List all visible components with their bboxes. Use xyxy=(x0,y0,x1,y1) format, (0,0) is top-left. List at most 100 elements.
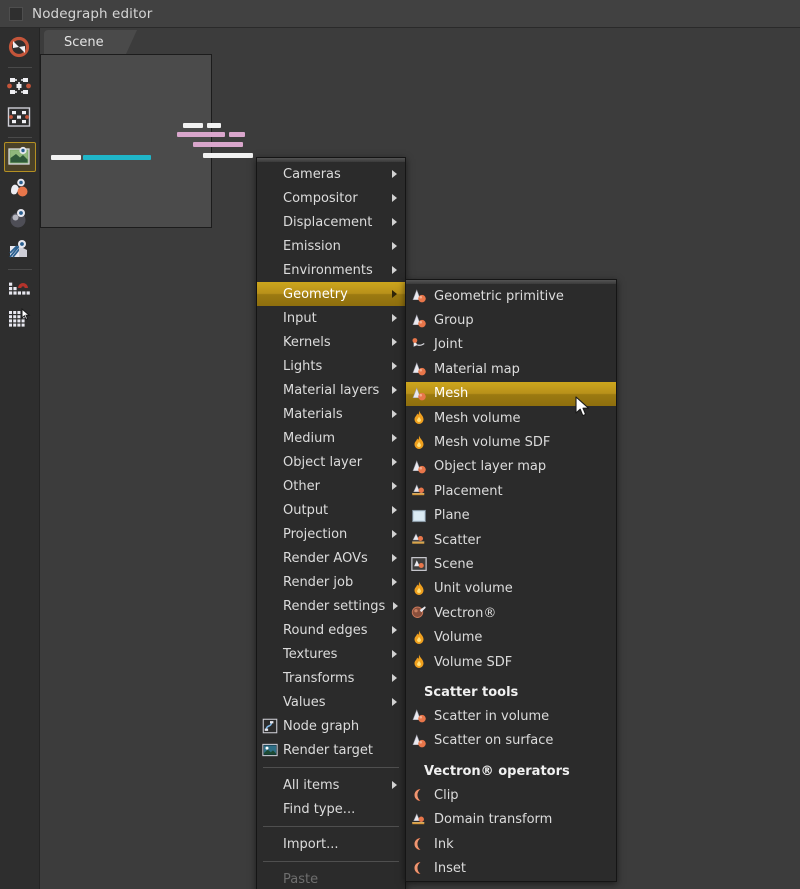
menu-item-node-graph[interactable]: Node graph xyxy=(257,714,405,738)
material-preview-icon xyxy=(7,175,33,201)
submenu-item-label: Volume SDF xyxy=(434,654,513,670)
sidebar-item-texture-preview[interactable] xyxy=(4,235,36,265)
sidebar-item-node-network-boxed[interactable] xyxy=(4,103,36,133)
submenu-arrow-icon xyxy=(392,482,397,490)
flame-icon xyxy=(410,580,428,598)
node-bar-white-left[interactable] xyxy=(51,155,81,160)
submenu-item-volume-sdf[interactable]: Volume SDF xyxy=(406,650,616,674)
sidebar-item-magnet-grid[interactable] xyxy=(4,274,36,304)
menu-item-environments[interactable]: Environments xyxy=(257,258,405,282)
menu-item-import[interactable]: Import... xyxy=(257,832,405,856)
menu-item-label: Kernels xyxy=(283,334,331,350)
submenu-item-vectron[interactable]: Vectron® xyxy=(406,601,616,625)
submenu-arrow-icon xyxy=(392,314,397,322)
submenu-item-scene[interactable]: Scene xyxy=(406,552,616,576)
submenu-item-clip[interactable]: Clip xyxy=(406,783,616,807)
sidebar-item-sphere-preview[interactable] xyxy=(4,204,36,234)
menu-item-find-type[interactable]: Find type... xyxy=(257,797,405,821)
left-toolbar xyxy=(0,28,40,889)
menu-item-material-layers[interactable]: Material layers xyxy=(257,378,405,402)
menu-item-object-layer[interactable]: Object layer xyxy=(257,450,405,474)
submenu-arrow-icon xyxy=(392,266,397,274)
submenu-item-label: Plane xyxy=(434,508,470,524)
submenu-item-domain-transform[interactable]: Domain transform xyxy=(406,807,616,831)
scatter-icon xyxy=(410,531,428,549)
submenu-item-label: Domain transform xyxy=(434,812,553,828)
menu-item-compositor[interactable]: Compositor xyxy=(257,186,405,210)
submenu-item-label: Material map xyxy=(434,361,520,377)
menu-item-displacement[interactable]: Displacement xyxy=(257,210,405,234)
submenu-item-scatter[interactable]: Scatter xyxy=(406,528,616,552)
submenu-item-material-map[interactable]: Material map xyxy=(406,357,616,381)
menu-item-textures[interactable]: Textures xyxy=(257,642,405,666)
cone-sphere-icon xyxy=(410,287,428,305)
menu-item-round-edges[interactable]: Round edges xyxy=(257,618,405,642)
submenu-item-label: Scene xyxy=(434,556,474,572)
menu-item-kernels[interactable]: Kernels xyxy=(257,330,405,354)
menu-item-output[interactable]: Output xyxy=(257,498,405,522)
node-bar-white-c[interactable] xyxy=(203,153,253,158)
submenu-item-scatter-on-surface[interactable]: Scatter on surface xyxy=(406,729,616,753)
submenu-item-group[interactable]: Group xyxy=(406,308,616,332)
node-bar-white-b[interactable] xyxy=(207,123,221,128)
menu-item-label: Compositor xyxy=(283,190,358,206)
menu-item-render-settings[interactable]: Render settings xyxy=(257,594,405,618)
menu-item-other[interactable]: Other xyxy=(257,474,405,498)
submenu-item-unit-volume[interactable]: Unit volume xyxy=(406,577,616,601)
submenu-item-joint[interactable]: Joint xyxy=(406,333,616,357)
menu-item-geometry[interactable]: Geometry xyxy=(257,282,405,306)
node-bar-cyan[interactable] xyxy=(83,155,151,160)
menu-item-medium[interactable]: Medium xyxy=(257,426,405,450)
menu-item-render-job[interactable]: Render job xyxy=(257,570,405,594)
menu-item-label: Render settings xyxy=(283,598,386,614)
menu-item-cameras[interactable]: Cameras xyxy=(257,162,405,186)
submenu-arrow-icon xyxy=(392,170,397,178)
node-bar-white-a[interactable] xyxy=(183,123,203,128)
window-box-icon xyxy=(9,6,23,21)
submenu-item-placement[interactable]: Placement xyxy=(406,479,616,503)
node-bar-pink-a[interactable] xyxy=(177,132,225,137)
menu-item-emission[interactable]: Emission xyxy=(257,234,405,258)
flame-icon xyxy=(410,629,428,647)
sidebar-item-render-target-image[interactable] xyxy=(3,142,36,172)
menu-item-input[interactable]: Input xyxy=(257,306,405,330)
submenu-item-label: Mesh volume SDF xyxy=(434,435,551,451)
geometry-submenu[interactable]: Geometric primitive Group Joint Material ma… xyxy=(405,279,617,882)
nodegraph-canvas[interactable] xyxy=(40,54,253,228)
submenu-item-volume[interactable]: Volume xyxy=(406,625,616,649)
node-network-icon xyxy=(6,74,33,100)
submenu-item-mesh-volume-sdf[interactable]: Mesh volume SDF xyxy=(406,430,616,454)
menu-item-render-aovs[interactable]: Render AOVs xyxy=(257,546,405,570)
grid-cursor-icon xyxy=(7,307,33,333)
submenu-item-ink[interactable]: Ink xyxy=(406,832,616,856)
node-bar-pink-c[interactable] xyxy=(193,142,243,147)
menu-item-label: Render AOVs xyxy=(283,550,368,566)
node-bar-pink-b[interactable] xyxy=(229,132,245,137)
sidebar-item-node-network[interactable] xyxy=(4,72,36,102)
submenu-item-plane[interactable]: Plane xyxy=(406,504,616,528)
sidebar-item-grid-cursor[interactable] xyxy=(4,305,36,335)
submenu-arrow-icon xyxy=(392,650,397,658)
cone-sphere-icon xyxy=(410,385,428,403)
submenu-item-inset[interactable]: Inset xyxy=(406,856,616,880)
sidebar-item-material-preview[interactable] xyxy=(4,173,36,203)
submenu-item-geometric-primitive[interactable]: Geometric primitive xyxy=(406,284,616,308)
submenu-arrow-icon xyxy=(392,781,397,789)
sidebar-item-render-restart[interactable] xyxy=(4,33,36,63)
flame-icon xyxy=(410,409,428,427)
menu-item-render-target[interactable]: Render target xyxy=(257,738,405,762)
plane-icon xyxy=(410,507,428,525)
menu-item-all-items[interactable]: All items xyxy=(257,773,405,797)
menu-item-materials[interactable]: Materials xyxy=(257,402,405,426)
menu-item-values[interactable]: Values xyxy=(257,690,405,714)
window-title: Nodegraph editor xyxy=(32,5,153,22)
menu-item-projection[interactable]: Projection xyxy=(257,522,405,546)
submenu-item-scatter-in-volume[interactable]: Scatter in volume xyxy=(406,704,616,728)
context-menu[interactable]: Cameras Compositor Displacement Emission Env… xyxy=(256,157,406,889)
menu-item-lights[interactable]: Lights xyxy=(257,354,405,378)
cone-sphere-small-icon xyxy=(410,732,428,750)
cone-sphere-icon xyxy=(410,360,428,378)
menu-item-transforms[interactable]: Transforms xyxy=(257,666,405,690)
tab-scene[interactable]: Scene xyxy=(44,30,137,54)
submenu-item-object-layer-map[interactable]: Object layer map xyxy=(406,455,616,479)
